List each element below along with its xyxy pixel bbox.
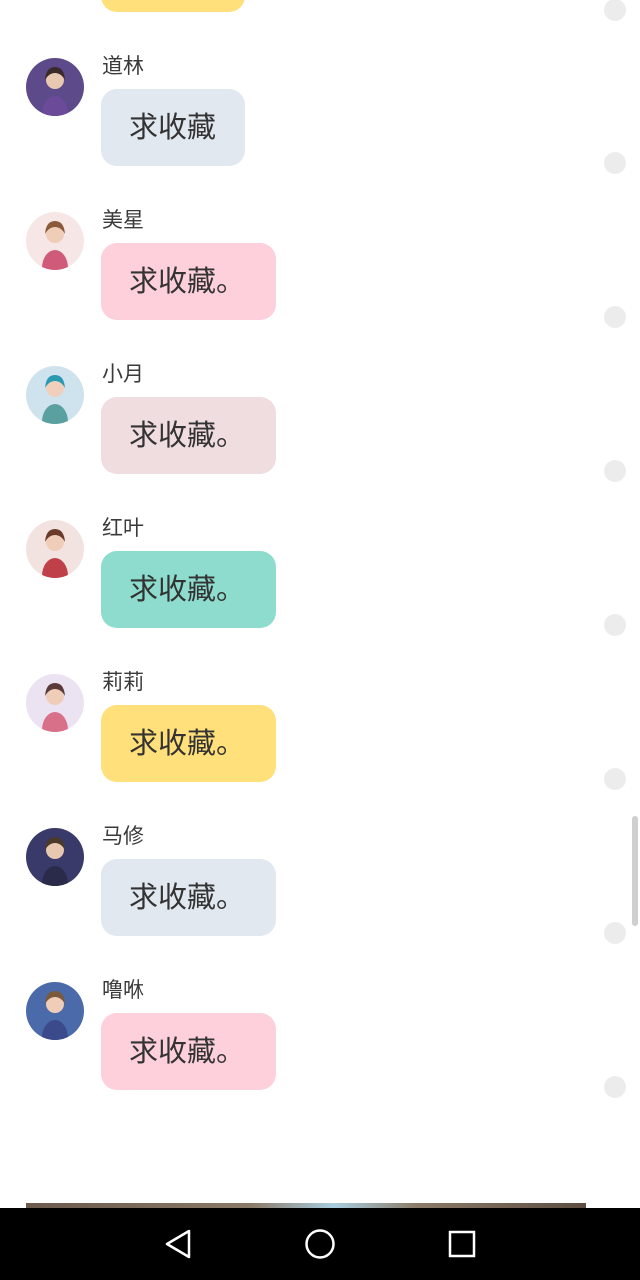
message-bubble[interactable]: 求收藏 [101,89,245,166]
chat-message-row: 道林求收藏 [0,54,640,212]
message-bubble[interactable]: 求收藏。 [101,551,276,628]
chat-message-row: 小月求收藏。 [0,362,640,520]
message-bubble[interactable]: 求收藏。 [101,397,276,474]
avatar[interactable] [26,982,84,1040]
sender-name: 美星 [102,208,144,232]
message-text: 求收藏。 [129,726,246,760]
message-bubble[interactable]: 求收藏。 [101,1013,276,1090]
character-avatar-icon [26,674,84,732]
sender-name: 噜咻 [102,978,144,1002]
chat-message-row: 莉莉求收藏。 [0,670,640,828]
home-button[interactable] [302,1226,338,1262]
sender-name: 小月 [102,362,144,386]
read-indicator-dot [604,614,626,636]
avatar[interactable] [26,828,84,886]
read-indicator-dot [604,1076,626,1098]
message-bubble[interactable]: 求收藏。 [101,705,276,782]
scrollbar-thumb[interactable] [632,816,638,926]
sender-name: 红叶 [102,516,144,540]
system-navigation-bar [0,1208,640,1280]
read-indicator-dot [604,768,626,790]
avatar[interactable] [26,520,84,578]
chat-list[interactable]: 道林 求收藏 美星 求收藏。 小月 求收藏。 红叶 求收藏。 莉莉 求收藏。 马修 求收藏。 噜咻 求收藏… [0,0,640,1208]
message-text: 求收藏。 [129,264,246,298]
read-indicator-dot [604,922,626,944]
message-text: 求收藏。 [129,572,246,606]
character-avatar-icon [26,212,84,270]
message-text: 求收藏。 [129,880,246,914]
message-text: 求收藏。 [129,418,246,452]
avatar[interactable] [26,366,84,424]
recents-square-icon [448,1230,476,1258]
recents-button[interactable] [444,1226,480,1262]
chat-message-row: 噜咻求收藏。 [0,978,640,1136]
character-avatar-icon [26,982,84,1040]
character-avatar-icon [26,828,84,886]
character-avatar-icon [26,58,84,116]
character-avatar-icon [26,366,84,424]
read-indicator-dot [604,0,626,21]
back-triangle-icon [165,1229,191,1259]
chat-message-row: 马修求收藏。 [0,824,640,982]
partial-message-bubble[interactable] [101,0,245,12]
home-circle-icon [305,1229,335,1259]
sender-name: 道林 [102,54,144,78]
message-bubble[interactable]: 求收藏。 [101,859,276,936]
read-indicator-dot [604,152,626,174]
read-indicator-dot [604,460,626,482]
avatar[interactable] [26,674,84,732]
avatar[interactable] [26,58,84,116]
chat-message-row: 红叶求收藏。 [0,516,640,674]
message-bubble[interactable]: 求收藏。 [101,243,276,320]
message-text: 求收藏 [129,110,217,144]
avatar[interactable] [26,212,84,270]
back-button[interactable] [160,1226,196,1262]
sender-name: 莉莉 [102,670,144,694]
chat-message-row: 美星求收藏。 [0,208,640,366]
sender-name: 马修 [102,824,144,848]
character-avatar-icon [26,520,84,578]
read-indicator-dot [604,306,626,328]
message-text: 求收藏。 [129,1034,246,1068]
